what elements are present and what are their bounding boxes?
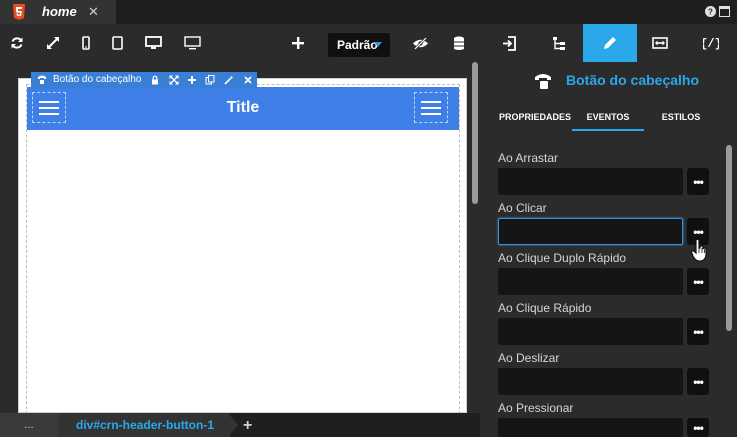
component-icon <box>38 75 46 84</box>
html5-icon <box>13 4 25 20</box>
hamburger-icon-bar <box>421 106 441 109</box>
subtab-styles[interactable]: ESTILOS <box>644 112 718 122</box>
lock-icon[interactable] <box>150 75 160 85</box>
page-container-outline <box>26 84 460 414</box>
arrows-icon <box>652 37 668 49</box>
event-label: Ao Clique Duplo Rápido <box>498 251 627 265</box>
event-label: Ao Clique Rápido <box>498 301 592 315</box>
hand-pointer-icon <box>690 238 707 262</box>
event-more-button[interactable]: ••• <box>687 418 709 437</box>
toolbar <box>0 24 480 62</box>
event-more-button[interactable]: ••• <box>687 318 709 345</box>
selection-toolbar: Botão do cabeçalho <box>31 72 257 89</box>
event-input-on-click[interactable] <box>498 218 683 245</box>
event-input-on-drag[interactable] <box>498 168 683 195</box>
tab-arrows[interactable] <box>643 24 677 62</box>
eye-slash-icon[interactable] <box>411 34 429 52</box>
breadcrumb-add-button[interactable]: + <box>243 417 252 435</box>
event-input-on-swipe[interactable] <box>498 368 683 395</box>
tab-hierarchy[interactable] <box>542 24 576 62</box>
move-icon[interactable] <box>169 75 179 85</box>
header-menu-button-right[interactable] <box>414 92 448 123</box>
subtab-properties[interactable]: PROPRIEDADES <box>498 112 572 122</box>
magic-wand-icon[interactable] <box>224 75 234 85</box>
header-title: Title <box>226 99 260 116</box>
event-label: Ao Clicar <box>498 201 547 215</box>
panel-tabs: {/} <box>480 24 737 62</box>
event-more-button[interactable]: ••• <box>687 168 709 195</box>
tab-pencil[interactable] <box>583 24 637 62</box>
event-more-button[interactable]: ••• <box>687 368 709 395</box>
event-label: Ao Deslizar <box>498 351 560 365</box>
component-title: Botão do cabeçalho <box>566 72 700 88</box>
enter-icon <box>503 35 516 51</box>
svg-text:?: ? <box>708 8 713 17</box>
tab-home[interactable]: home ✕ <box>0 0 116 24</box>
add-icon[interactable] <box>187 75 197 85</box>
database-icon[interactable] <box>450 34 468 52</box>
code-icon: {/} <box>703 37 719 50</box>
event-input-on-double-tap[interactable] <box>498 268 683 295</box>
hierarchy-icon <box>553 36 565 50</box>
selection-label: Botão do cabeçalho <box>53 74 142 85</box>
phone-icon[interactable] <box>77 34 95 52</box>
breadcrumb-parent[interactable]: ... <box>0 413 58 437</box>
desktop-icon[interactable] <box>144 34 162 52</box>
svg-text:{/}: {/} <box>703 37 719 50</box>
canvas-scrollbar[interactable] <box>469 62 480 412</box>
tab-code[interactable]: {/} <box>694 24 728 62</box>
app-window: home ✕ ? Padrão Title Botão do cabeçalho… <box>0 0 737 437</box>
theme-select-value: Padrão <box>337 38 378 52</box>
tab-title: home <box>42 4 77 19</box>
event-input-on-press[interactable] <box>498 418 683 437</box>
copy-icon[interactable] <box>205 75 215 85</box>
delete-icon[interactable] <box>243 75 253 85</box>
maximize-icon[interactable] <box>719 6 730 17</box>
close-icon[interactable]: ✕ <box>88 4 99 20</box>
breadcrumb-current[interactable]: div#crn-header-button-1 <box>58 413 230 437</box>
tablet-icon[interactable] <box>108 34 126 52</box>
subtab-events[interactable]: EVENTOS <box>572 112 644 122</box>
breadcrumb-arrow-icon <box>228 413 238 437</box>
panel-scrollbar-thumb[interactable] <box>726 145 732 331</box>
hamburger-icon-bar <box>421 112 441 115</box>
caret-down-icon <box>374 42 382 47</box>
expand-icon[interactable] <box>44 34 62 52</box>
help-icon[interactable]: ? <box>705 6 716 17</box>
hamburger-icon-bar <box>421 100 441 103</box>
monitor-icon[interactable] <box>183 34 201 52</box>
event-input-on-tap[interactable] <box>498 318 683 345</box>
tab-enter[interactable] <box>492 24 526 62</box>
breadcrumb: ... div#crn-header-button-1 + <box>0 413 480 437</box>
theme-select[interactable]: Padrão <box>328 33 390 57</box>
refresh-icon[interactable] <box>8 34 26 52</box>
pencil-icon <box>604 37 616 49</box>
app-header[interactable]: Title <box>27 87 459 130</box>
component-icon <box>535 74 551 89</box>
canvas-scrollbar-thumb[interactable] <box>472 62 478 204</box>
tab-bar: home ✕ ? <box>0 0 737 24</box>
event-more-button[interactable]: ••• <box>687 268 709 295</box>
plus-icon[interactable] <box>289 34 307 52</box>
event-label: Ao Pressionar <box>498 401 574 415</box>
active-subtab-indicator <box>572 129 644 131</box>
event-label: Ao Arrastar <box>498 151 559 165</box>
